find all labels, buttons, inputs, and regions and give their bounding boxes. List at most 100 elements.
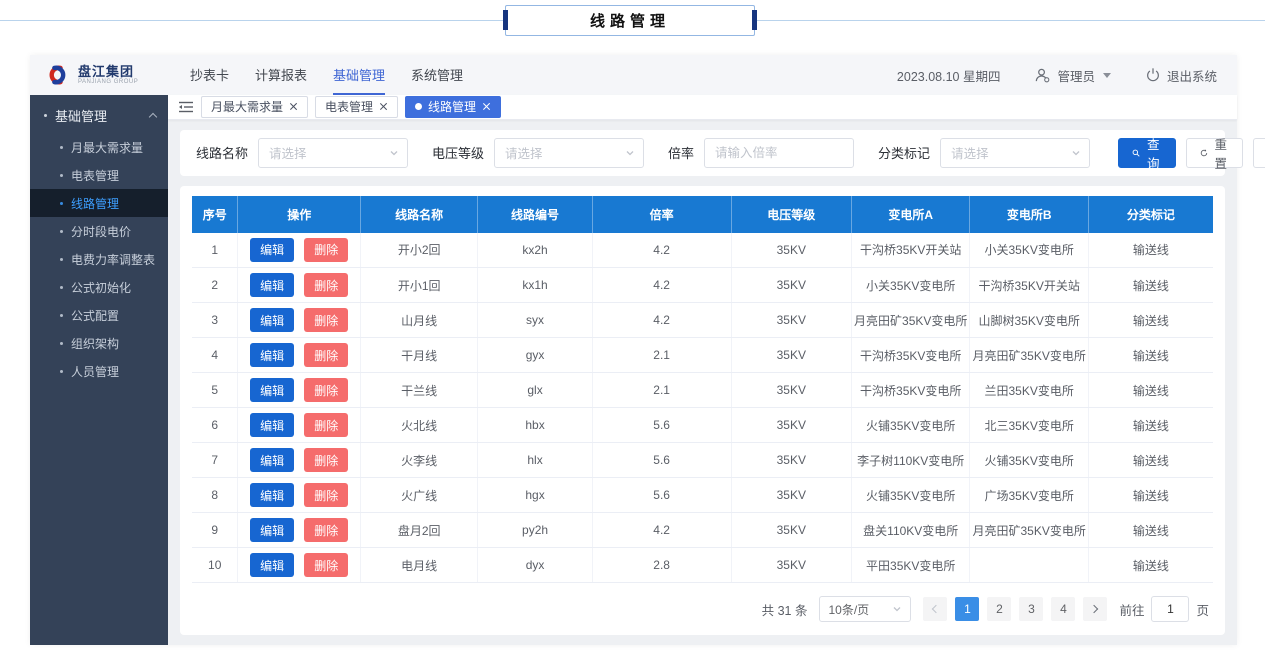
nav-item-1[interactable]: 抄表卡 [190, 55, 229, 95]
cell-station_a: 干沟桥35KV变电所 [851, 337, 971, 373]
delete-button[interactable]: 删除 [304, 378, 349, 402]
cell-name: 干月线 [360, 337, 479, 373]
nav-item-4[interactable]: 系统管理 [411, 55, 463, 95]
page-button-4[interactable]: 4 [1051, 597, 1076, 621]
nav-item-3[interactable]: 基础管理 [333, 55, 386, 95]
cell-actions: 编辑 删除 [237, 302, 361, 338]
prev-page-button[interactable] [923, 597, 948, 621]
sidebar-item-label: 电费力率调整表 [71, 252, 156, 267]
sidebar-item-8[interactable]: 组织架构 [30, 329, 168, 357]
edit-button[interactable]: 编辑 [250, 553, 295, 577]
logout-button[interactable]: 退出系统 [1145, 66, 1217, 85]
page-button-2[interactable]: 2 [987, 597, 1012, 621]
sidebar-item-5[interactable]: 电费力率调整表 [30, 245, 168, 273]
sidebar-group-basic-management[interactable]: 基础管理 [30, 97, 168, 133]
table-card: 序号 操作 线路名称 线路编号 倍率 电压等级 变电所A 变电所B 分类标记 1 编辑 删除 开小2回… [180, 185, 1225, 635]
delete-button[interactable]: 删除 [304, 308, 349, 332]
close-icon[interactable] [289, 102, 298, 111]
cell-station_a: 干沟桥35KV开关站 [851, 232, 971, 268]
delete-button[interactable]: 删除 [304, 237, 349, 262]
chevron-down-icon [626, 150, 634, 155]
cell-actions: 编辑 删除 [237, 547, 361, 583]
cell-tag: 输送线 [1088, 337, 1213, 373]
edit-button[interactable]: 编辑 [250, 518, 295, 542]
cell-actions: 编辑 删除 [237, 372, 361, 408]
edit-button[interactable]: 编辑 [250, 343, 295, 367]
sidebar-item-4[interactable]: 分时段电价 [30, 217, 168, 245]
edit-button[interactable]: 编辑 [250, 237, 295, 262]
tab-bar: 月最大需求量 电表管理 线路管理 [168, 95, 1237, 120]
chevron-down-icon [894, 607, 901, 612]
page-size-select[interactable]: 10条/页 [819, 596, 912, 622]
title-accent-right [752, 10, 757, 30]
cell-code: py2h [477, 512, 593, 548]
select-placeholder: 请选择 [951, 147, 989, 161]
sidebar-item-7[interactable]: 公式配置 [30, 301, 168, 329]
sidebar-item-9[interactable]: 人员管理 [30, 357, 168, 385]
delete-button[interactable]: 删除 [304, 413, 349, 437]
cell-name: 山月线 [360, 302, 479, 338]
cell-actions: 编辑 删除 [237, 407, 361, 443]
edit-button[interactable]: 编辑 [250, 308, 295, 332]
filter-select-1[interactable]: 请选择 [258, 137, 409, 168]
search-button[interactable]: 查询 [1118, 137, 1176, 171]
cell-ratio: 4.2 [592, 267, 732, 303]
cell-index: 4 [192, 337, 239, 373]
filter-label: 分类标记 [878, 146, 931, 161]
tab-2[interactable]: 电表管理 [315, 95, 399, 118]
bullet-icon [60, 369, 63, 373]
cell-code: kx2h [477, 232, 593, 268]
bullet-icon [60, 341, 63, 345]
filter-select-2[interactable]: 请选择 [494, 137, 645, 168]
goto-label: 前往 [1119, 603, 1145, 618]
cell-name: 干兰线 [360, 372, 479, 408]
cell-voltage: 35KV [731, 477, 853, 513]
edit-button[interactable]: 编辑 [250, 448, 295, 472]
delete-button[interactable]: 删除 [304, 483, 349, 507]
main-nav: 抄表卡 计算报表 基础管理 系统管理 [190, 55, 489, 95]
sidebar-item-1[interactable]: 月最大需求量 [30, 133, 168, 161]
edit-button[interactable]: 编辑 [250, 413, 295, 437]
edit-button[interactable]: 编辑 [250, 378, 295, 402]
column-header-1: 序号 [192, 195, 239, 233]
close-icon[interactable] [379, 102, 388, 111]
search-button-label: 查询 [1147, 137, 1160, 171]
goto-page-input[interactable] [1151, 596, 1190, 622]
edit-button[interactable]: 编辑 [250, 273, 295, 297]
bullet-icon [60, 257, 63, 261]
filter-select-4[interactable]: 请选择 [940, 137, 1091, 168]
cell-actions: 编辑 删除 [237, 232, 361, 268]
sidebar-item-2[interactable]: 电表管理 [30, 161, 168, 189]
cell-index: 10 [192, 547, 239, 583]
tab-active-dot-icon [415, 103, 423, 111]
page-button-1[interactable]: 1 [955, 597, 980, 621]
page-button-3[interactable]: 3 [1019, 597, 1044, 621]
delete-button[interactable]: 删除 [304, 448, 349, 472]
delete-button[interactable]: 删除 [304, 273, 349, 297]
filter-item-1: 线路名称 请选择 [196, 137, 409, 168]
user-menu[interactable]: 管理员 [1034, 66, 1111, 85]
delete-button[interactable]: 删除 [304, 518, 349, 542]
cell-ratio: 4.2 [592, 302, 732, 338]
sidebar-items: 月最大需求量 电表管理线路管理分时段电价电费力率调整表公式初始化 公式配置 组织架构人… [30, 133, 168, 385]
sidebar-item-3[interactable]: 线路管理 [30, 189, 168, 217]
next-page-button[interactable] [1083, 597, 1108, 621]
sidebar-item-label: 线路管理 [71, 196, 120, 211]
reset-button[interactable]: 重置 [1185, 137, 1244, 171]
tabs-collapse-icon[interactable] [178, 100, 194, 114]
pagination: 共 31 条 10条/页 1234 前往 页 [192, 583, 1213, 625]
filter-item-2: 电压等级 请选择 [432, 137, 645, 168]
add-button[interactable]: 新增 [1253, 137, 1265, 168]
edit-button[interactable]: 编辑 [250, 483, 295, 507]
cell-station_a: 干沟桥35KV变电所 [851, 372, 971, 408]
filter-input-3[interactable] [704, 137, 855, 168]
bullet-icon [60, 173, 63, 177]
delete-button[interactable]: 删除 [304, 553, 349, 577]
close-icon[interactable] [482, 102, 491, 111]
nav-item-2[interactable]: 计算报表 [255, 55, 307, 95]
tab-3[interactable]: 线路管理 [405, 95, 502, 118]
sidebar-item-6[interactable]: 公式初始化 [30, 273, 168, 301]
tab-1[interactable]: 月最大需求量 [201, 95, 309, 118]
column-header-2: 操作 [237, 195, 361, 233]
delete-button[interactable]: 删除 [304, 343, 349, 367]
